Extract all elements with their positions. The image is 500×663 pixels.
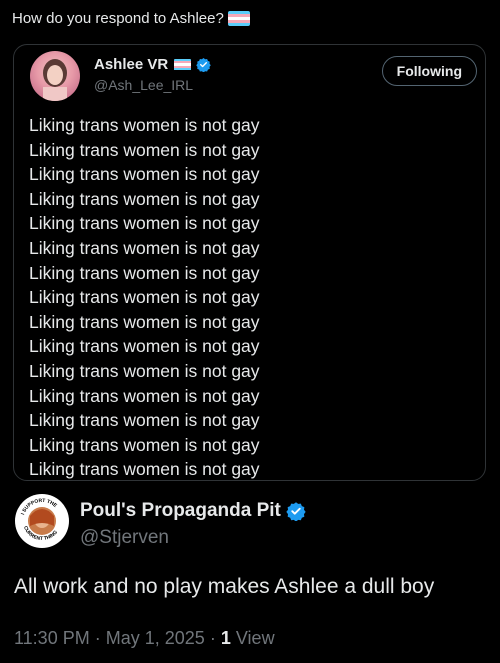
quoted-author-row[interactable]: Ashlee VR — [94, 56, 211, 73]
quoted-text-line: Liking trans women is not gay — [29, 434, 260, 455]
quoted-text-line: Liking trans women is not gay — [29, 262, 260, 283]
quoted-author-handle[interactable]: @Ash_Lee_IRL — [94, 77, 193, 93]
quoted-text-line: Liking trans women is not gay — [29, 336, 260, 357]
quoted-text-line: Liking trans women is not gay — [29, 385, 260, 406]
quoted-text-line: Liking trans women is not gay — [29, 287, 260, 308]
post-time[interactable]: 11:30 PM — [14, 628, 90, 648]
quoted-text-line: Liking trans women is not gay — [29, 139, 260, 160]
quoted-post-card[interactable]: Ashlee VR @Ash_Lee_IRL Following Liking … — [13, 44, 486, 481]
quoted-text-line: Liking trans women is not gay — [29, 164, 260, 185]
verified-badge-icon — [286, 502, 306, 521]
post-header: How do you respond to Ashlee? — [12, 10, 250, 27]
quoted-text-line: Liking trans women is not gay — [29, 459, 260, 480]
quoted-text-line: Liking trans women is not gay — [29, 188, 260, 209]
quoted-post-text: Liking trans women is not gay Liking tra… — [29, 113, 260, 482]
post-metadata: 11:30 PM · May 1, 2025 · 1 View — [14, 628, 275, 649]
views-count: 1 — [220, 628, 231, 648]
following-button[interactable]: Following — [381, 56, 477, 86]
meta-separator: · — [209, 628, 216, 648]
meta-separator: · — [94, 628, 101, 648]
quoted-text-line: Liking trans women is not gay — [29, 410, 260, 431]
quoted-text-line: Liking trans women is not gay — [29, 115, 260, 135]
quoted-author-name[interactable]: Ashlee VR — [94, 56, 168, 73]
quoted-text-line: Liking trans women is not gay — [29, 311, 260, 332]
verified-badge-icon — [196, 57, 211, 72]
reply-author-handle[interactable]: @Stjerven — [80, 527, 169, 549]
reply-author-name[interactable]: Poul's Propaganda Pit — [80, 500, 281, 522]
avatar[interactable] — [30, 51, 80, 101]
trans-flag-icon — [227, 11, 250, 26]
quoted-text-line: Liking trans women is not gay — [29, 213, 260, 234]
quoted-text-line: Liking trans women is not gay — [29, 360, 260, 381]
quoted-text-line: Liking trans women is not gay — [29, 237, 260, 258]
reply-author-row[interactable]: Poul's Propaganda Pit — [80, 500, 306, 522]
views-label: View — [235, 628, 275, 648]
avatar[interactable]: I SUPPORT THE CURRENT THING — [15, 494, 69, 548]
reply-post-text: All work and no play makes Ashlee a dull… — [14, 575, 435, 598]
trans-flag-icon — [174, 58, 192, 71]
post-date[interactable]: May 1, 2025 — [106, 628, 205, 648]
post-question-text: How do you respond to Ashlee? — [12, 10, 224, 27]
